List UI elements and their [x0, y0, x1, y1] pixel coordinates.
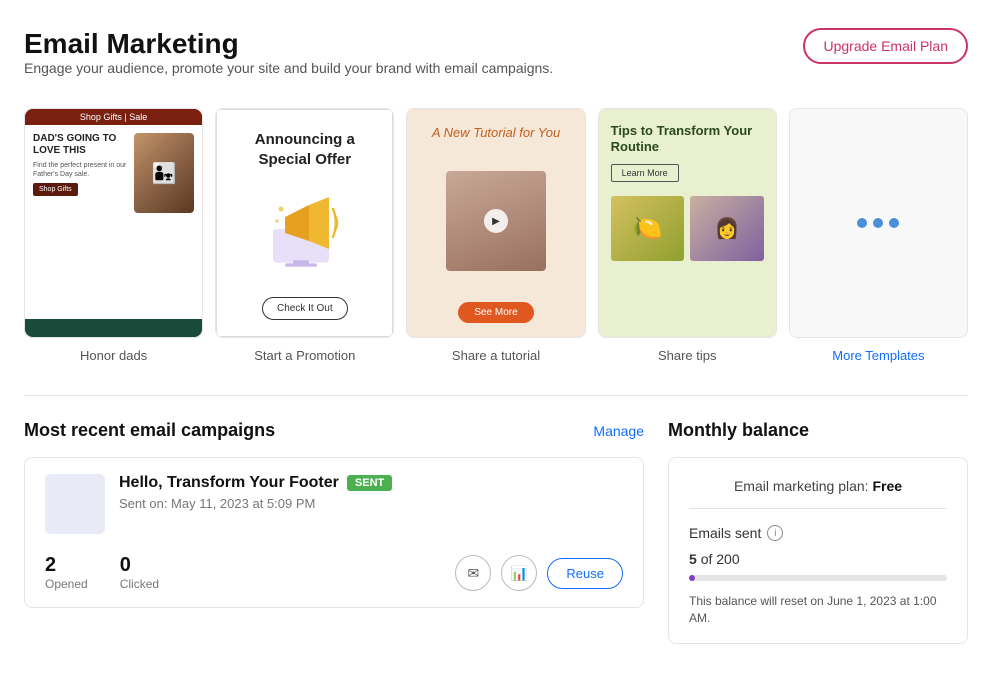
page-title: Email Marketing	[24, 28, 553, 60]
balance-section: Monthly balance Email marketing plan: Fr…	[668, 420, 968, 644]
campaign-title: Hello, Transform Your Footer	[119, 474, 339, 492]
promo-title: Announcing aSpecial Offer	[255, 130, 355, 169]
tips-cta-btn: Learn More	[611, 164, 679, 182]
dad-cta-btn: Shop Gifts	[33, 183, 78, 196]
template-thumb-tips: Tips to Transform Your Routine Learn Mor…	[598, 108, 777, 338]
template-card-more[interactable]: More Templates	[789, 108, 968, 363]
tutorial-title: A New Tutorial for You	[432, 125, 560, 140]
campaign-top-row: Hello, Transform Your Footer SENT Sent o…	[45, 474, 623, 534]
dot-2	[873, 218, 883, 228]
template-thumb-promotion: Announcing aSpecial Offer	[215, 108, 394, 338]
dot-3	[889, 218, 899, 228]
campaign-card: Hello, Transform Your Footer SENT Sent o…	[24, 457, 644, 608]
manage-link[interactable]: Manage	[593, 423, 644, 439]
page-subtitle: Engage your audience, promote your site …	[24, 60, 553, 76]
dad-headline: DAD'S GOING TO LOVE THIS	[33, 133, 128, 157]
reuse-button[interactable]: Reuse	[547, 558, 623, 589]
envelope-icon: ✉	[468, 565, 480, 582]
stat-clicked: 0 Clicked	[120, 554, 159, 591]
campaigns-section-title: Most recent email campaigns	[24, 420, 275, 441]
opened-label: Opened	[45, 577, 88, 591]
stats-icon-button[interactable]: 📊	[501, 555, 537, 591]
template-card-promotion[interactable]: Announcing aSpecial Offer	[215, 108, 394, 363]
campaign-bottom-row: 2 Opened 0 Clicked ✉ 📊	[45, 554, 623, 591]
template-card-honor-dads[interactable]: Shop Gifts | Sale DAD'S GOING TO LOVE TH…	[24, 108, 203, 363]
templates-row: Shop Gifts | Sale DAD'S GOING TO LOVE TH…	[24, 108, 968, 363]
dad-image: 👨‍👧	[134, 133, 194, 213]
section-divider	[24, 395, 968, 396]
emails-used: 5	[689, 551, 697, 567]
bar-chart-icon: 📊	[511, 565, 528, 582]
emails-progress-bg	[689, 575, 947, 581]
plan-label: Email marketing plan:	[734, 478, 873, 494]
balance-section-title: Monthly balance	[668, 420, 809, 441]
dad-top-bar: Shop Gifts | Sale	[25, 109, 202, 125]
dad-body: Find the perfect present in our Father's…	[33, 161, 128, 179]
template-label-tips: Share tips	[658, 348, 717, 363]
campaign-actions: ✉ 📊 Reuse	[455, 555, 623, 591]
dot-1	[857, 218, 867, 228]
promo-cta-btn: Check It Out	[262, 297, 348, 320]
opened-count: 2	[45, 554, 88, 577]
tips-image-2: 👩	[690, 196, 764, 261]
stat-opened: 2 Opened	[45, 554, 88, 591]
tips-images: 🍋 👩	[611, 196, 764, 261]
balance-header: Monthly balance	[668, 420, 968, 441]
email-icon-button[interactable]: ✉	[455, 555, 491, 591]
balance-reset-note: This balance will reset on June 1, 2023 …	[689, 593, 947, 627]
campaign-stats: 2 Opened 0 Clicked	[45, 554, 159, 591]
tips-title: Tips to Transform Your Routine	[611, 123, 764, 154]
template-label-honor-dads: Honor dads	[80, 348, 147, 363]
clicked-label: Clicked	[120, 577, 159, 591]
tutorial-cta-btn: See More	[458, 302, 533, 323]
template-card-tutorial[interactable]: A New Tutorial for You ▶ See More Share …	[406, 108, 585, 363]
emails-sent-label: Emails sent	[689, 525, 761, 541]
page-header: Email Marketing Engage your audience, pr…	[24, 28, 968, 100]
emails-total: 200	[716, 551, 739, 567]
tutorial-image: ▶	[446, 171, 546, 271]
tips-image-1: 🍋	[611, 196, 685, 261]
info-icon[interactable]: i	[767, 525, 783, 541]
play-icon: ▶	[484, 209, 508, 233]
upgrade-email-plan-button[interactable]: Upgrade Email Plan	[803, 28, 968, 64]
campaign-thumbnail	[45, 474, 105, 534]
plan-name: Free	[872, 478, 902, 494]
campaigns-header: Most recent email campaigns Manage	[24, 420, 644, 441]
template-thumb-tutorial: A New Tutorial for You ▶ See More	[406, 108, 585, 338]
template-thumb-honor-dads: Shop Gifts | Sale DAD'S GOING TO LOVE TH…	[24, 108, 203, 338]
campaign-title-row: Hello, Transform Your Footer SENT	[119, 474, 623, 492]
clicked-count: 0	[120, 554, 159, 577]
campaign-status-badge: SENT	[347, 475, 392, 491]
balance-card: Email marketing plan: Free Emails sent i…	[668, 457, 968, 644]
promo-image	[260, 188, 350, 278]
emails-count-text: 5 of 200	[689, 551, 740, 567]
campaigns-section: Most recent email campaigns Manage Hello…	[24, 420, 644, 644]
campaign-info: Hello, Transform Your Footer SENT Sent o…	[119, 474, 623, 511]
info-symbol: i	[774, 528, 776, 539]
dad-footer-bar	[25, 319, 202, 337]
emails-count-row: 5 of 200	[689, 551, 947, 567]
balance-plan-row: Email marketing plan: Free	[689, 478, 947, 509]
template-label-more[interactable]: More Templates	[832, 348, 924, 363]
template-label-promotion: Start a Promotion	[254, 348, 355, 363]
bottom-section: Most recent email campaigns Manage Hello…	[24, 420, 968, 644]
template-label-tutorial: Share a tutorial	[452, 348, 540, 363]
emails-progress-fill	[689, 575, 695, 581]
emails-of-label: of	[701, 551, 717, 567]
campaign-date: Sent on: May 11, 2023 at 5:09 PM	[119, 496, 623, 511]
emails-sent-row: Emails sent i	[689, 525, 947, 541]
template-card-tips[interactable]: Tips to Transform Your Routine Learn Mor…	[598, 108, 777, 363]
template-thumb-more	[789, 108, 968, 338]
